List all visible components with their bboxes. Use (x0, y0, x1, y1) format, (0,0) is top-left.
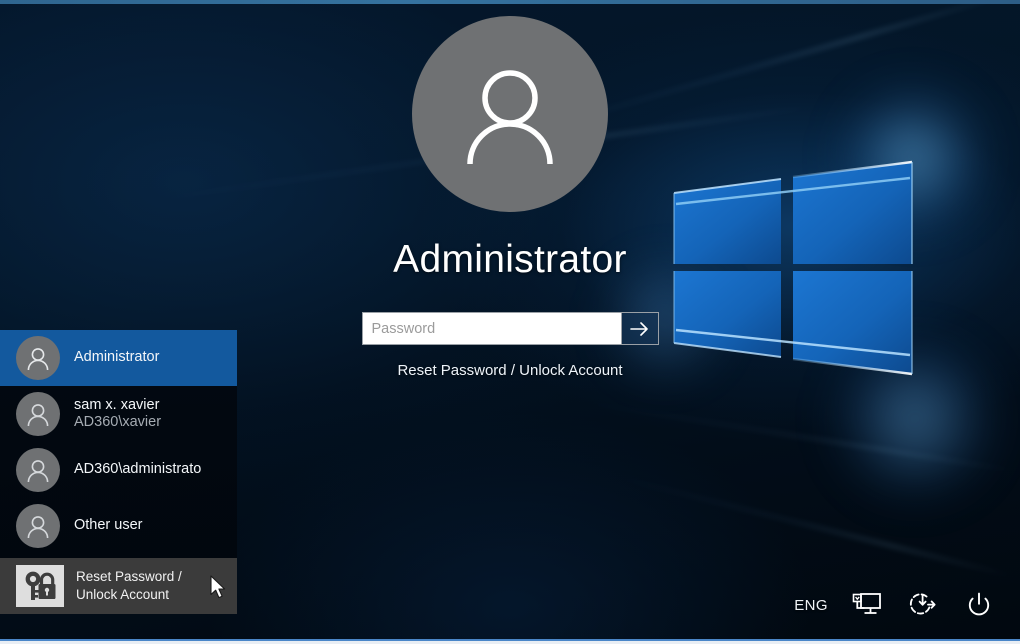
power-button[interactable] (962, 588, 996, 622)
user-list-item-primary: Other user (74, 517, 143, 534)
person-icon (467, 70, 553, 165)
person-icon (27, 460, 49, 483)
avatar (16, 504, 60, 548)
lock-screen: Administrator Reset Password / Unlock Ac… (0, 0, 1020, 644)
user-list-item-sam-x-xavier[interactable]: sam x. xavier AD360\xavier (0, 386, 237, 442)
user-list-item-primary: Administrator (74, 349, 160, 366)
user-list-item-primary: sam x. xavier (74, 396, 160, 413)
password-input[interactable] (362, 313, 621, 344)
user-list-item-text: Administrator (74, 349, 159, 366)
submit-password-button[interactable] (620, 313, 658, 344)
page-title: Administrator (393, 238, 627, 281)
reset-password-tile-text: Reset Password / Unlock Account (76, 568, 182, 604)
avatar (16, 392, 60, 436)
power-icon (968, 592, 990, 616)
person-icon (27, 348, 49, 371)
wallpaper-light-streak (605, 473, 1015, 578)
user-list-item-primary: AD360\administrato (74, 461, 202, 478)
avatar (16, 336, 60, 380)
user-list-item-text: Other user (74, 517, 143, 534)
avatar (16, 448, 60, 492)
ease-of-access-button[interactable] (850, 588, 884, 622)
ease-of-access-icon (852, 593, 881, 614)
user-list-item-secondary: AD360\xavier (74, 414, 162, 430)
active-user-panel: Administrator Reset Password / Unlock Ac… (0, 16, 1020, 379)
reset-password-tile-line2: Unlock Account (76, 587, 170, 602)
password-row (361, 312, 659, 345)
user-list-item-administrator[interactable]: Administrator (0, 330, 237, 386)
user-list-item-other-user[interactable]: Other user (0, 498, 237, 554)
key-lock-icon (16, 565, 64, 607)
user-list-item-text: AD360\administrato (74, 461, 201, 478)
user-list-item-text: sam x. xavier AD360\xavier (74, 397, 161, 431)
top-edge-strip (0, 0, 1020, 4)
bottom-edge-strip (0, 639, 1020, 644)
reset-password-unlock-account-tile[interactable]: Reset Password / Unlock Account (0, 558, 237, 614)
wallpaper-light-streak (562, 398, 1018, 472)
arrow-right-icon (630, 321, 648, 336)
reset-password-link[interactable]: Reset Password / Unlock Account (397, 362, 622, 379)
key-lock-icon-glyph (25, 571, 56, 600)
person-icon (27, 404, 49, 427)
avatar (412, 16, 608, 212)
reset-password-tile-line1: Reset Password / (76, 568, 182, 584)
language-indicator[interactable]: ENG (794, 597, 828, 614)
lock-screen-tray: ENG (794, 588, 996, 622)
person-icon (27, 516, 49, 539)
network-button[interactable] (906, 588, 940, 622)
network-icon (910, 593, 936, 615)
user-list: Administrator sam x. xavier AD360\xavier (0, 330, 237, 614)
user-list-item-ad360-administrator[interactable]: AD360\administrato (0, 442, 237, 498)
